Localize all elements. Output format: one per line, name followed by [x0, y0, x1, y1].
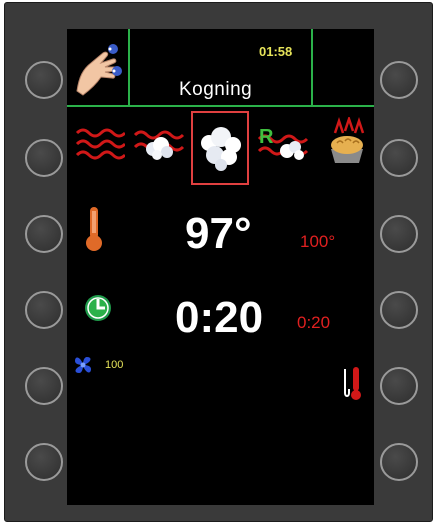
- timer-actual[interactable]: 0:20: [175, 296, 263, 340]
- thermometer-icon: [85, 205, 103, 253]
- fan-speed-value[interactable]: 100: [105, 359, 123, 371]
- header-underline: [67, 105, 374, 107]
- left-button-5[interactable]: [25, 367, 63, 405]
- left-button-2[interactable]: [25, 139, 63, 177]
- clock-time: 01:58: [259, 44, 293, 59]
- display-screen: 01:58 Kogning R 97° 100° 0:20 0:20 100: [67, 29, 374, 505]
- right-button-1[interactable]: [380, 61, 418, 99]
- clock-icon: [83, 293, 113, 323]
- timer-setpoint[interactable]: 0:20: [297, 313, 330, 333]
- header-divider-left: [128, 29, 130, 107]
- temperature-setpoint[interactable]: 100°: [300, 232, 335, 252]
- right-button-6[interactable]: [380, 443, 418, 481]
- mode-combi[interactable]: [133, 125, 185, 165]
- mode-title: Kogning: [179, 79, 253, 100]
- regen-letter: R: [259, 126, 274, 148]
- steam-cloud-icon: [201, 127, 241, 171]
- right-button-2[interactable]: [380, 139, 418, 177]
- left-button-6[interactable]: [25, 443, 63, 481]
- fan-icon[interactable]: [71, 353, 95, 377]
- mode-regeneration[interactable]: R: [257, 125, 311, 165]
- right-button-4[interactable]: [380, 291, 418, 329]
- mode-hot-air[interactable]: [73, 125, 127, 165]
- core-probe-icon[interactable]: [341, 363, 363, 403]
- temperature-actual[interactable]: 97°: [185, 212, 252, 256]
- right-button-3[interactable]: [380, 215, 418, 253]
- mode-steam-selected[interactable]: [191, 111, 249, 185]
- regeneration-icon: R: [257, 126, 309, 160]
- left-button-4[interactable]: [25, 291, 63, 329]
- manual-mode-hand-icon[interactable]: [73, 41, 125, 97]
- mode-proofing[interactable]: [319, 115, 371, 167]
- combi-steam-heat-icon: [133, 130, 185, 160]
- left-button-3[interactable]: [25, 215, 63, 253]
- header-divider-right: [311, 29, 313, 107]
- bread-proofing-icon: [331, 115, 365, 163]
- right-button-5[interactable]: [380, 367, 418, 405]
- heat-waves-icon: [75, 128, 127, 160]
- left-button-1[interactable]: [25, 61, 63, 99]
